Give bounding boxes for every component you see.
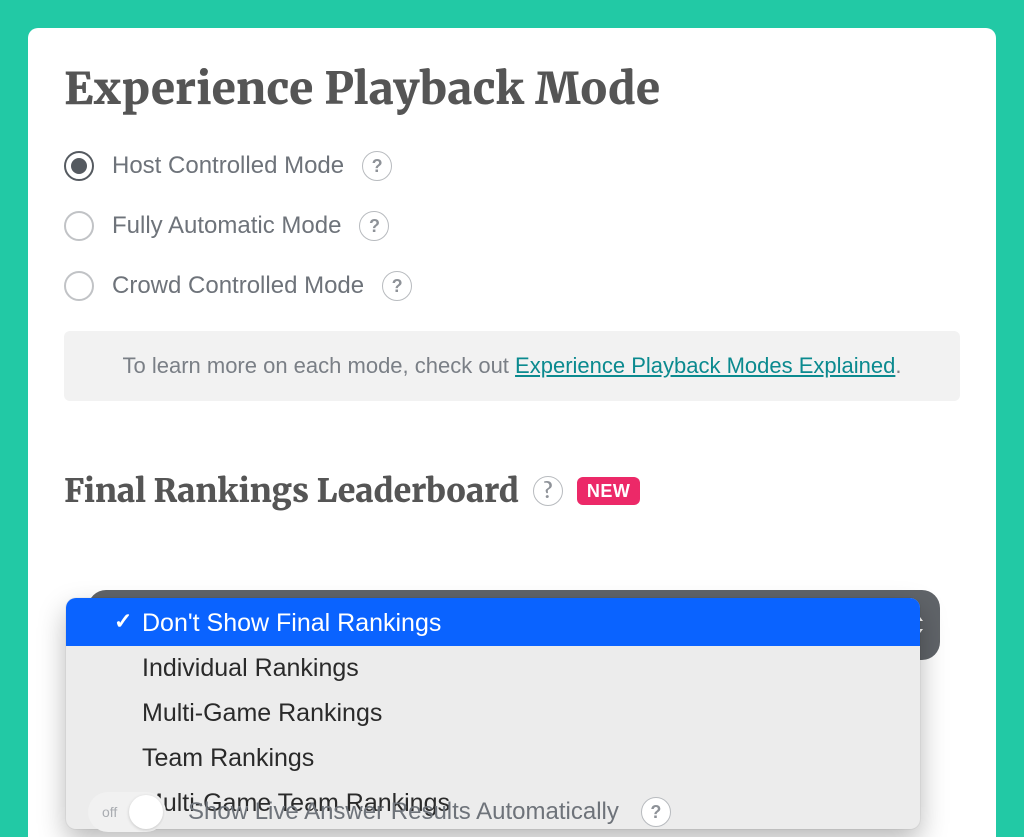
section-title: Final Rankings Leaderboard bbox=[64, 471, 519, 511]
toggle-label: Show Live Answer Results Automatically bbox=[188, 798, 619, 826]
playback-mode-radio-group: Host Controlled Mode ? Fully Automatic M… bbox=[64, 151, 960, 301]
mode-row-crowd: Crowd Controlled Mode ? bbox=[64, 271, 960, 301]
toggle-state-text: off bbox=[102, 804, 117, 820]
info-banner: To learn more on each mode, check out Ex… bbox=[64, 331, 960, 401]
info-prefix: To learn more on each mode, check out bbox=[122, 353, 515, 378]
radio-label: Fully Automatic Mode bbox=[112, 212, 341, 240]
page-title: Experience Playback Mode bbox=[64, 62, 960, 117]
mode-row-auto: Fully Automatic Mode ? bbox=[64, 211, 960, 241]
rankings-option-team[interactable]: Team Rankings bbox=[66, 736, 920, 781]
help-icon[interactable]: ? bbox=[641, 797, 671, 827]
radio-label: Host Controlled Mode bbox=[112, 152, 344, 180]
radio-fully-automatic[interactable] bbox=[64, 211, 94, 241]
live-results-toggle[interactable]: off bbox=[88, 792, 166, 832]
rankings-option-individual[interactable]: Individual Rankings bbox=[66, 646, 920, 691]
info-suffix: . bbox=[895, 353, 901, 378]
settings-card: Experience Playback Mode Host Controlled… bbox=[28, 28, 996, 837]
playback-modes-explained-link[interactable]: Experience Playback Modes Explained bbox=[515, 353, 895, 378]
radio-crowd-controlled[interactable] bbox=[64, 271, 94, 301]
radio-label: Crowd Controlled Mode bbox=[112, 272, 364, 300]
new-badge: NEW bbox=[577, 477, 641, 505]
help-icon[interactable]: ? bbox=[359, 211, 389, 241]
help-icon[interactable]: ? bbox=[533, 476, 563, 506]
live-results-row: off Show Live Answer Results Automatical… bbox=[88, 792, 936, 832]
help-icon[interactable]: ? bbox=[382, 271, 412, 301]
help-icon[interactable]: ? bbox=[362, 151, 392, 181]
section-title-row: Final Rankings Leaderboard ? NEW bbox=[64, 471, 640, 511]
rankings-option-multigame[interactable]: Multi-Game Rankings bbox=[66, 691, 920, 736]
toggle-knob bbox=[129, 795, 163, 829]
mode-row-host: Host Controlled Mode ? bbox=[64, 151, 960, 181]
radio-host-controlled[interactable] bbox=[64, 151, 94, 181]
rankings-option-none[interactable]: Don't Show Final Rankings bbox=[66, 598, 920, 646]
